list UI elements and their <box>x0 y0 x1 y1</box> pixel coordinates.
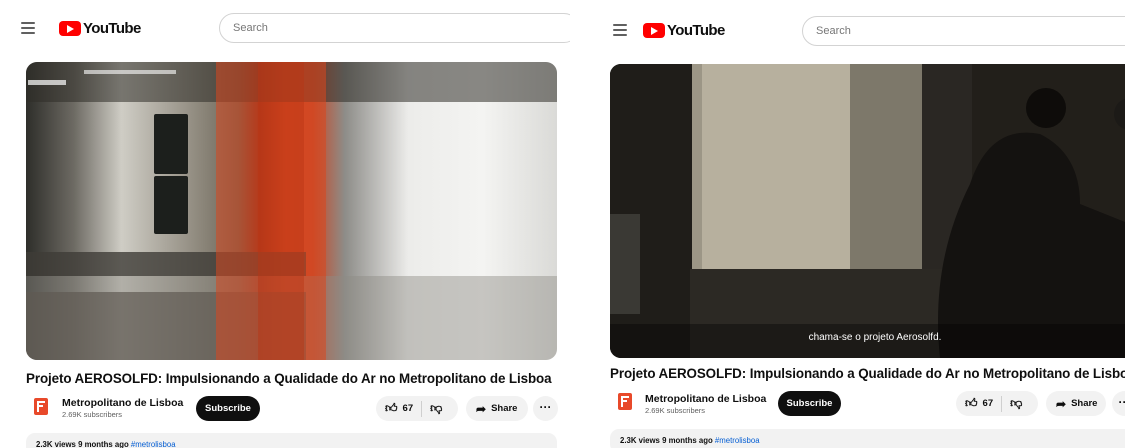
subscriber-count: 2.69K subscribers <box>645 406 706 415</box>
subscribe-button[interactable]: Subscribe <box>196 396 260 421</box>
youtube-wordmark: YouTube <box>83 20 141 37</box>
masthead: YouTube <box>583 0 1125 56</box>
video-title: Projeto AEROSOLFD: Impulsionando a Quali… <box>610 366 1125 381</box>
like-divider <box>421 400 423 417</box>
hashtag-link[interactable]: #metrolisboa <box>131 440 176 448</box>
video-subtitle: chama-se o projeto Aerosolfd. <box>808 332 942 343</box>
like-dislike-group: 👍︎ 67 👎︎ <box>376 396 458 421</box>
like-icon[interactable]: 👍︎ <box>965 396 978 411</box>
like-divider <box>1001 395 1003 412</box>
video-title: Projeto AEROSOLFD: Impulsionando a Quali… <box>26 371 552 386</box>
share-label: Share <box>1071 398 1098 409</box>
masthead: YouTube <box>0 0 570 56</box>
subscribe-button[interactable]: Subscribe <box>778 391 841 416</box>
view-count: 2.3K views <box>620 436 660 445</box>
video-frame <box>26 62 557 360</box>
search-box[interactable] <box>802 16 1125 46</box>
like-count[interactable]: 67 <box>403 403 414 414</box>
more-actions-button[interactable]: ··· <box>533 396 558 421</box>
menu-icon[interactable] <box>21 22 35 34</box>
youtube-logo[interactable]: YouTube <box>59 20 141 37</box>
dislike-icon[interactable]: 👎︎ <box>1010 396 1022 411</box>
search-input[interactable] <box>220 14 570 42</box>
channel-logo-icon[interactable] <box>34 398 48 415</box>
share-label: Share <box>491 403 518 414</box>
youtube-logo[interactable]: YouTube <box>643 22 725 39</box>
upload-age: 9 months ago <box>78 440 129 448</box>
like-dislike-group: 👍︎ 67 👎︎ <box>956 391 1038 416</box>
share-icon: ➦ <box>476 401 487 416</box>
subscriber-count: 2.69K subscribers <box>62 410 123 419</box>
like-count[interactable]: 67 <box>983 398 994 409</box>
share-button[interactable]: ➦ Share <box>466 396 528 421</box>
dislike-icon[interactable]: 👎︎ <box>430 401 442 416</box>
video-frame <box>610 64 1125 358</box>
description-box[interactable]: 2.3K views 9 months ago #metrolisboa <box>26 433 557 448</box>
share-button[interactable]: ➦ Share <box>1046 391 1106 416</box>
video-player[interactable] <box>26 62 557 360</box>
panel-separator <box>570 0 583 448</box>
channel-name[interactable]: Metropolitano de Lisboa <box>62 397 183 409</box>
hashtag-link[interactable]: #metrolisboa <box>715 436 760 445</box>
search-input[interactable] <box>803 17 1125 45</box>
description-box[interactable]: 2.3K views 9 months ago #metrolisboa <box>610 429 1125 448</box>
upload-age: 9 months ago <box>662 436 713 445</box>
more-actions-button[interactable]: ··· <box>1112 391 1125 416</box>
youtube-wordmark: YouTube <box>667 22 725 39</box>
like-icon[interactable]: 👍︎ <box>385 401 398 416</box>
menu-icon[interactable] <box>613 24 627 36</box>
search-box[interactable] <box>219 13 570 43</box>
video-player[interactable]: chama-se o projeto Aerosolfd. <box>610 64 1125 358</box>
youtube-play-icon <box>59 21 81 36</box>
share-icon: ➦ <box>1056 396 1067 411</box>
youtube-play-icon <box>643 23 665 38</box>
youtube-watch-panel-left: YouTube Projeto AEROSOLFD: Impulsionando… <box>0 0 570 448</box>
view-count: 2.3K views <box>36 440 76 448</box>
channel-name[interactable]: Metropolitano de Lisboa <box>645 393 766 405</box>
channel-logo-icon[interactable] <box>618 393 632 410</box>
youtube-watch-panel-right: YouTube chama-se o projeto Aerosolfd. Pr… <box>583 0 1125 448</box>
